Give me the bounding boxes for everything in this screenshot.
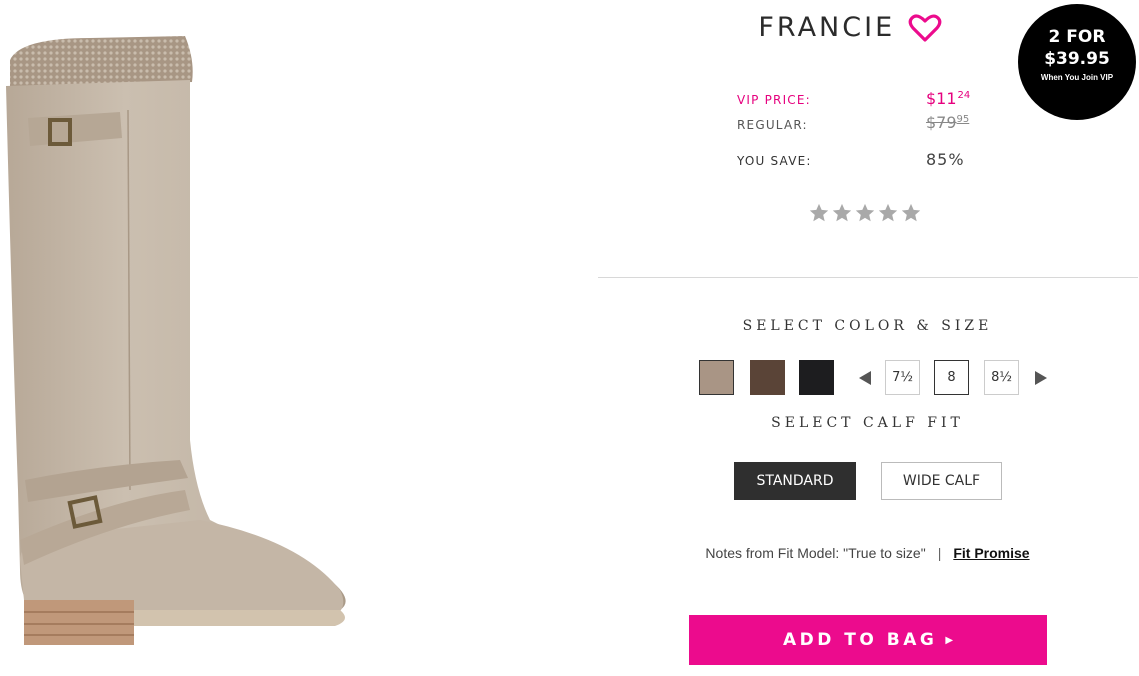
promo-badge: 2 FOR $39.95 When You Join VIP bbox=[1018, 4, 1136, 120]
calf-fit-wide-button[interactable]: WIDE CALF bbox=[881, 462, 1002, 500]
vip-price-cents: 24 bbox=[957, 90, 971, 101]
calf-fit-heading: SELECT CALF FIT bbox=[771, 415, 964, 431]
size-next-arrow-icon[interactable] bbox=[1034, 370, 1048, 386]
star-icon bbox=[878, 203, 898, 222]
fit-model-notes: Notes from Fit Model: "True to size" bbox=[705, 545, 926, 561]
star-icon bbox=[855, 203, 875, 222]
promo-line-3: When You Join VIP bbox=[1040, 73, 1114, 82]
star-icon bbox=[832, 203, 852, 222]
vip-price-dollars: $11 bbox=[926, 89, 957, 108]
add-to-bag-label: ADD TO BAG bbox=[782, 630, 938, 650]
color-size-heading: SELECT COLOR & SIZE bbox=[742, 318, 993, 334]
size-option-8[interactable]: 8 bbox=[934, 360, 969, 395]
star-icon bbox=[901, 203, 921, 222]
you-save-value: 85% bbox=[926, 150, 965, 169]
size-prev-arrow-icon[interactable] bbox=[858, 370, 872, 386]
color-swatch-brown[interactable] bbox=[750, 360, 785, 395]
star-icon bbox=[809, 203, 829, 222]
regular-price-value: $7995 bbox=[926, 113, 969, 132]
calf-fit-standard-button[interactable]: STANDARD bbox=[734, 462, 856, 500]
regular-price-label: REGULAR: bbox=[737, 118, 808, 132]
color-swatch-black[interactable] bbox=[799, 360, 834, 395]
promo-line-1: 2 FOR bbox=[1048, 27, 1106, 47]
you-save-label: YOU SAVE: bbox=[737, 154, 812, 168]
vip-price-label: VIP PRICE: bbox=[737, 93, 811, 107]
promo-line-2: $39.95 bbox=[1044, 49, 1110, 69]
boot-illustration bbox=[6, 36, 346, 645]
vip-price-value: $1124 bbox=[926, 89, 970, 108]
fit-notes-separator: | bbox=[937, 545, 942, 561]
product-title: FRANCIE bbox=[758, 12, 896, 43]
product-image[interactable] bbox=[0, 20, 390, 671]
size-option-7-5[interactable]: 7½ bbox=[885, 360, 920, 395]
color-swatch-taupe[interactable] bbox=[699, 360, 734, 395]
regular-price-dollars: $79 bbox=[926, 113, 957, 132]
size-option-8-5[interactable]: 8½ bbox=[984, 360, 1019, 395]
divider bbox=[598, 277, 1138, 278]
fit-notes: Notes from Fit Model: "True to size" | Fit… bbox=[600, 545, 1135, 561]
caret-right-icon: ▶ bbox=[945, 634, 954, 646]
fit-promise-link[interactable]: Fit Promise bbox=[953, 545, 1029, 561]
rating-stars[interactable] bbox=[808, 202, 922, 224]
add-to-bag-button[interactable]: ADD TO BAG ▶ bbox=[689, 615, 1047, 665]
heart-icon[interactable] bbox=[908, 13, 942, 43]
regular-price-cents: 95 bbox=[956, 114, 970, 125]
